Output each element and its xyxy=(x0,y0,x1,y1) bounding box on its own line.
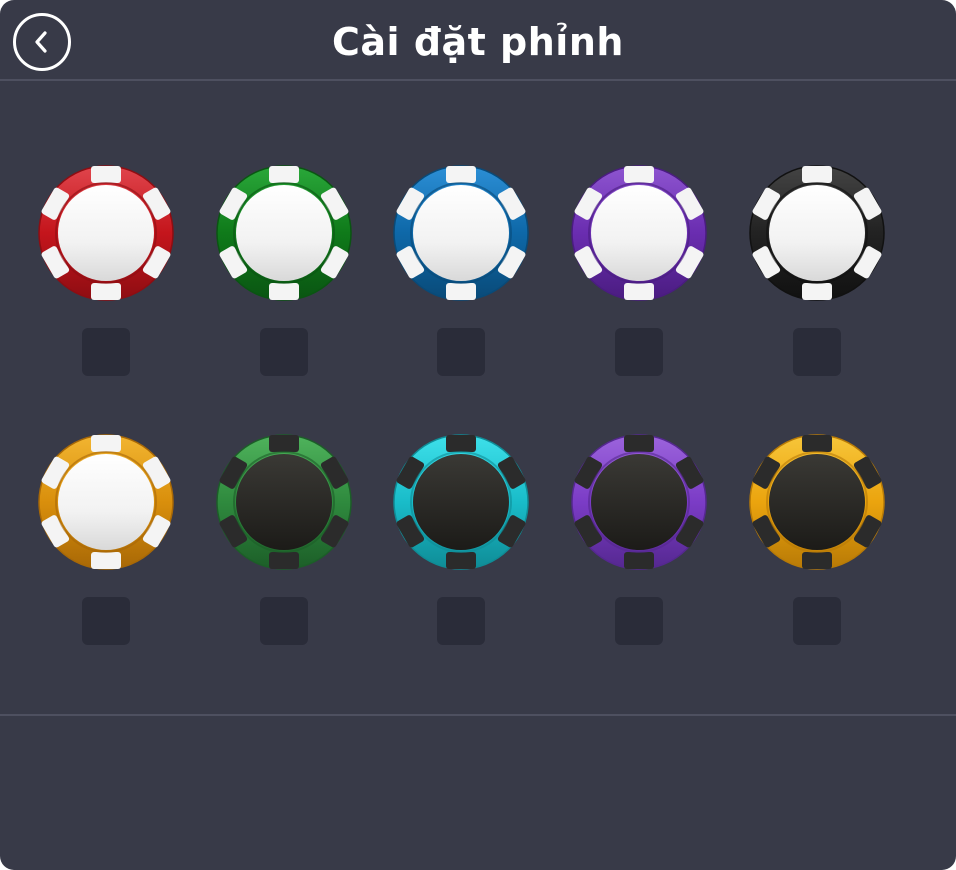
chip-option-purple xyxy=(554,165,724,395)
poker-chip-icon xyxy=(393,165,529,301)
chip-black[interactable] xyxy=(749,165,885,301)
chip-option-cyan xyxy=(376,434,546,664)
chip-cyan[interactable] xyxy=(393,434,529,570)
chip-checkbox-red[interactable] xyxy=(82,328,130,376)
chip-checkbox-dark-purple[interactable] xyxy=(615,597,663,645)
chip-checkbox-dark-green[interactable] xyxy=(260,597,308,645)
poker-chip-icon xyxy=(571,165,707,301)
chip-blue[interactable] xyxy=(393,165,529,301)
poker-chip-icon xyxy=(38,165,174,301)
chip-dark-green[interactable] xyxy=(216,434,352,570)
chip-option-black xyxy=(732,165,902,395)
chip-checkbox-purple[interactable] xyxy=(615,328,663,376)
chip-green[interactable] xyxy=(216,165,352,301)
chip-option-green xyxy=(199,165,369,395)
chip-option-red xyxy=(21,165,191,395)
chip-dark-purple[interactable] xyxy=(571,434,707,570)
chip-checkbox-black[interactable] xyxy=(793,328,841,376)
chip-settings-panel: Cài đặt phỉnh xyxy=(0,0,956,870)
chip-option-blue xyxy=(376,165,546,395)
footer-divider xyxy=(0,714,956,716)
chip-option-orange xyxy=(21,434,191,664)
chip-checkbox-green[interactable] xyxy=(260,328,308,376)
chip-red[interactable] xyxy=(38,165,174,301)
chip-checkbox-blue[interactable] xyxy=(437,328,485,376)
chip-purple[interactable] xyxy=(571,165,707,301)
poker-chip-icon xyxy=(393,434,529,570)
poker-chip-icon xyxy=(749,434,885,570)
chip-option-dark-green xyxy=(199,434,369,664)
chip-grid xyxy=(0,0,956,714)
chip-checkbox-gold[interactable] xyxy=(793,597,841,645)
chip-gold[interactable] xyxy=(749,434,885,570)
poker-chip-icon xyxy=(571,434,707,570)
poker-chip-icon xyxy=(216,165,352,301)
poker-chip-icon xyxy=(38,434,174,570)
chip-option-dark-purple xyxy=(554,434,724,664)
poker-chip-icon xyxy=(749,165,885,301)
chip-orange[interactable] xyxy=(38,434,174,570)
chip-option-gold xyxy=(732,434,902,664)
chip-checkbox-orange[interactable] xyxy=(82,597,130,645)
chip-checkbox-cyan[interactable] xyxy=(437,597,485,645)
poker-chip-icon xyxy=(216,434,352,570)
